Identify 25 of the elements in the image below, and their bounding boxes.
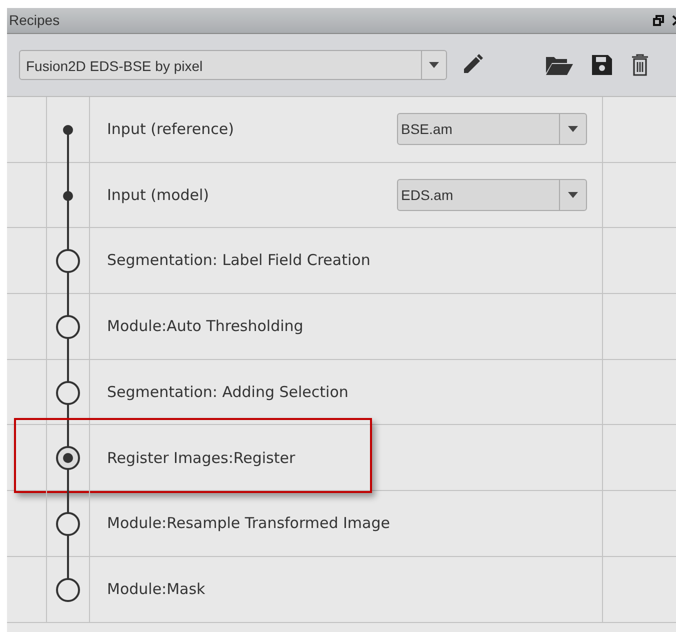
step-label: Module:Resample Transformed Image [107,513,391,534]
step-node[interactable] [56,512,80,536]
step-label: Module:Mask [107,578,206,600]
step-label: Input (reference) [107,119,235,140]
restore-icon[interactable] [653,15,664,26]
caret-icon [568,126,578,132]
panel-title: Recipes [8,11,60,30]
trash-icon[interactable] [631,54,649,76]
step-label: Segmentation: Label Field Creation [107,250,372,272]
recipe-dropdown[interactable]: Fusion2D EDS-BSE by pixel [19,50,447,80]
step-node[interactable] [56,380,80,405]
save-icon[interactable] [592,55,612,75]
input-dropdown[interactable]: BSE.am [397,113,587,146]
input-dropdown[interactable]: EDS.am [397,179,587,212]
step-label: Register Images:Register [107,448,296,469]
caret-icon [429,62,439,68]
step-label: Segmentation: Adding Selection [107,382,350,403]
step-node[interactable] [56,249,80,274]
folder-icon[interactable] [546,55,573,75]
step-node[interactable] [56,315,80,340]
step-node[interactable] [56,446,80,470]
step-label: Module:Auto Thresholding [107,316,304,338]
step-node[interactable] [56,578,80,602]
caret-icon [568,192,578,198]
step-label: Input (model) [107,184,210,206]
